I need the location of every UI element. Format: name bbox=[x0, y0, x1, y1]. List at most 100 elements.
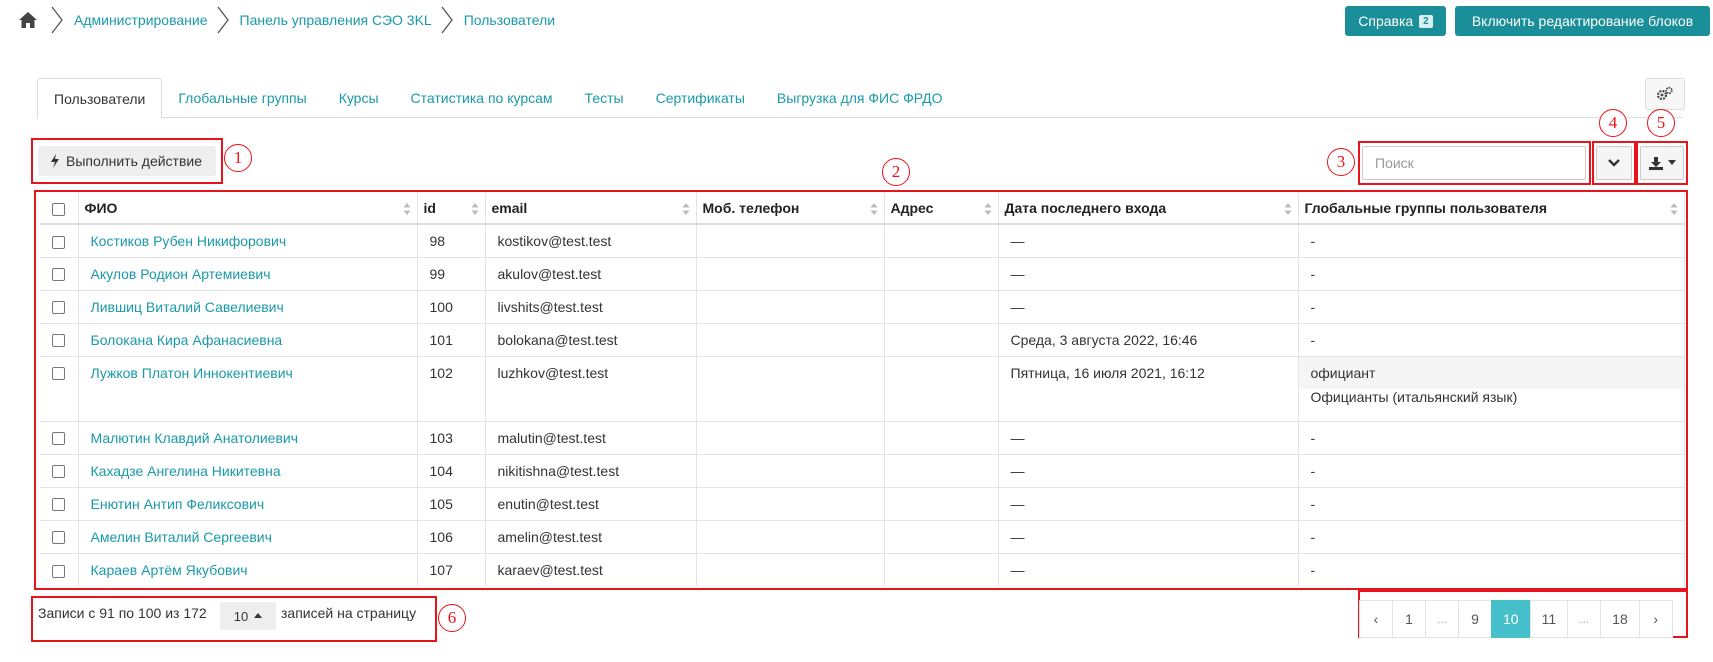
per-page-select[interactable]: 10 bbox=[220, 602, 276, 630]
user-name-link[interactable]: Лившиц Виталий Савелиевич bbox=[91, 299, 284, 315]
records-info: Записи с 91 по 100 из 172 bbox=[38, 605, 207, 621]
page-next[interactable]: › bbox=[1638, 600, 1673, 638]
user-name-link[interactable]: Лужков Платон Иннокентиевич bbox=[91, 365, 293, 381]
row-checkbox[interactable] bbox=[52, 334, 66, 348]
annotation-box-1 bbox=[31, 138, 223, 184]
annotation-marker-5: 5 bbox=[1647, 109, 1675, 137]
user-address bbox=[884, 453, 999, 487]
user-id: 102 bbox=[417, 355, 486, 421]
group-entry: официант bbox=[1298, 356, 1684, 389]
user-name-link[interactable]: Амелин Виталий Сергеевич bbox=[91, 529, 272, 545]
tab-courses[interactable]: Курсы bbox=[323, 78, 395, 118]
tab-certificates[interactable]: Сертификаты bbox=[640, 78, 761, 118]
row-checkbox[interactable] bbox=[52, 268, 66, 282]
user-address bbox=[884, 256, 999, 290]
home-icon[interactable] bbox=[18, 11, 38, 29]
annotation-box-5 bbox=[1636, 141, 1688, 185]
user-last-login: — bbox=[998, 552, 1299, 586]
user-email: amelin@test.test bbox=[485, 519, 697, 553]
breadcrumb-users[interactable]: Пользователи bbox=[464, 12, 555, 28]
settings-button[interactable] bbox=[1645, 78, 1685, 110]
user-groups: - bbox=[1298, 322, 1685, 356]
page-18[interactable]: 18 bbox=[1600, 600, 1640, 638]
breadcrumb-control-panel[interactable]: Панель управления СЭО 3KL bbox=[240, 12, 432, 28]
user-id: 103 bbox=[417, 420, 486, 454]
user-id: 98 bbox=[417, 223, 486, 257]
pagination: ‹ 1 ... 9 10 11 ... 18 › bbox=[1359, 600, 1673, 638]
help-button[interactable]: Справка 2 bbox=[1345, 6, 1446, 36]
user-last-login: — bbox=[998, 256, 1299, 290]
column-header-address[interactable]: Адрес bbox=[884, 193, 999, 225]
annotation-box-3 bbox=[1358, 141, 1591, 185]
user-phone bbox=[696, 486, 885, 520]
page-1[interactable]: 1 bbox=[1392, 600, 1426, 638]
edit-blocks-button[interactable]: Включить редактирование блоков bbox=[1455, 6, 1710, 36]
column-header-phone[interactable]: Моб. телефон bbox=[696, 193, 885, 225]
page-9[interactable]: 9 bbox=[1458, 600, 1493, 638]
sort-icon bbox=[1670, 203, 1678, 215]
column-header-last-login[interactable]: Дата последнего входа bbox=[998, 193, 1299, 225]
user-last-login: — bbox=[998, 289, 1299, 323]
row-checkbox[interactable] bbox=[52, 465, 66, 479]
per-page-value: 10 bbox=[233, 608, 249, 624]
table-row: Акулов Родион Артемиевич 99 akulov@test.… bbox=[40, 256, 1685, 290]
user-address bbox=[884, 322, 999, 356]
user-id: 104 bbox=[417, 453, 486, 487]
sort-icon bbox=[984, 203, 991, 215]
tab-bar: Пользователи Глобальные группы Курсы Ста… bbox=[37, 78, 1682, 119]
row-checkbox[interactable] bbox=[52, 432, 66, 446]
page-10[interactable]: 10 bbox=[1491, 600, 1531, 638]
row-checkbox[interactable] bbox=[52, 498, 66, 512]
user-last-login: — bbox=[998, 486, 1299, 520]
user-name-link[interactable]: Акулов Родион Артемиевич bbox=[91, 266, 271, 282]
breadcrumb: Администрирование Панель управления СЭО … bbox=[18, 6, 555, 34]
tab-global-groups[interactable]: Глобальные группы bbox=[162, 78, 322, 118]
tab-users[interactable]: Пользователи bbox=[37, 78, 163, 119]
user-groups: - bbox=[1298, 256, 1685, 290]
row-checkbox[interactable] bbox=[52, 235, 66, 249]
table-row: Енютин Антип Феликсович 105 enutin@test.… bbox=[40, 486, 1685, 520]
row-checkbox[interactable] bbox=[52, 564, 66, 578]
row-checkbox[interactable] bbox=[52, 301, 66, 315]
column-header-global-groups[interactable]: Глобальные группы пользователя bbox=[1298, 193, 1685, 225]
user-address bbox=[884, 519, 999, 553]
user-email: malutin@test.test bbox=[485, 420, 697, 454]
annotation-marker-3: 3 bbox=[1327, 148, 1355, 176]
user-address bbox=[884, 355, 999, 421]
user-email: enutin@test.test bbox=[485, 486, 697, 520]
user-name-link[interactable]: Караев Артём Якубович bbox=[91, 562, 248, 578]
caret-up-icon bbox=[254, 613, 263, 618]
select-all-cell bbox=[40, 193, 79, 225]
annotation-box-4 bbox=[1592, 141, 1636, 185]
gears-icon bbox=[1656, 86, 1673, 101]
breadcrumb-administration[interactable]: Администрирование bbox=[74, 12, 208, 28]
user-email: akulov@test.test bbox=[485, 256, 697, 290]
column-header-fio[interactable]: ФИО bbox=[78, 193, 418, 225]
user-email: nikitishna@test.test bbox=[485, 453, 697, 487]
column-header-id[interactable]: id bbox=[417, 193, 486, 225]
tab-course-statistics[interactable]: Статистика по курсам bbox=[395, 78, 569, 118]
page-prev[interactable]: ‹ bbox=[1359, 600, 1393, 638]
user-name-link[interactable]: Костиков Рубен Никифорович bbox=[91, 233, 287, 249]
table-row: Амелин Виталий Сергеевич 106 amelin@test… bbox=[40, 519, 1685, 553]
tab-fis-frdo-export[interactable]: Выгрузка для ФИС ФРДО bbox=[761, 78, 959, 118]
row-checkbox[interactable] bbox=[52, 367, 66, 381]
sort-icon bbox=[870, 203, 877, 215]
sort-icon bbox=[1284, 203, 1291, 215]
user-groups: - bbox=[1298, 223, 1685, 257]
table-header-row: ФИО id email Моб. телефон Адрес Дата пос… bbox=[40, 193, 1685, 225]
user-email: bolokana@test.test bbox=[485, 322, 697, 356]
page-ellipsis: ... bbox=[1425, 600, 1460, 638]
user-name-link[interactable]: Енютин Антип Феликсович bbox=[91, 496, 265, 512]
row-checkbox[interactable] bbox=[52, 531, 66, 545]
annotation-marker-6: 6 bbox=[438, 604, 466, 632]
tab-tests[interactable]: Тесты bbox=[569, 78, 640, 118]
user-name-link[interactable]: Малютин Клавдий Анатолиевич bbox=[91, 430, 299, 446]
column-header-email[interactable]: email bbox=[485, 193, 697, 225]
help-badge: 2 bbox=[1419, 14, 1433, 28]
table-row: Малютин Клавдий Анатолиевич 103 malutin@… bbox=[40, 420, 1685, 454]
user-name-link[interactable]: Кахадзе Ангелина Никитевна bbox=[91, 463, 281, 479]
select-all-checkbox[interactable] bbox=[52, 202, 66, 216]
user-name-link[interactable]: Болокана Кира Афанасиевна bbox=[91, 332, 283, 348]
page-11[interactable]: 11 bbox=[1529, 600, 1569, 638]
